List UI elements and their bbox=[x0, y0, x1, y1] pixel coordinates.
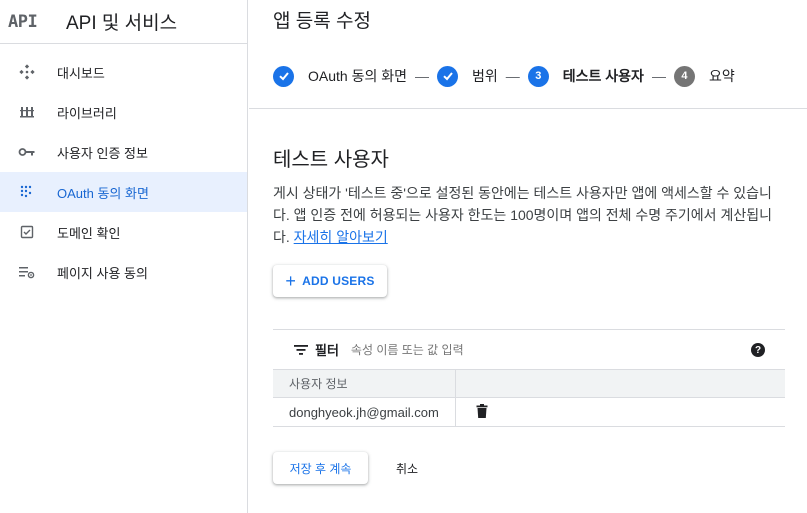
step-number-badge: 4 bbox=[673, 65, 695, 87]
sidebar-item-page-usage-agreement[interactable]: 페이지 사용 동의 bbox=[0, 252, 247, 292]
filter-bar: 필터 ? bbox=[273, 329, 785, 369]
page-title: 앱 등록 수정 bbox=[273, 11, 371, 32]
section-title: 테스트 사용자 bbox=[273, 149, 389, 171]
step-label: 범위 bbox=[472, 68, 498, 84]
help-icon[interactable]: ? bbox=[751, 343, 765, 357]
table-row: donghyeok.jh@gmail.com bbox=[273, 398, 785, 427]
step-label: 요약 bbox=[708, 68, 735, 84]
step-oauth-consent[interactable]: OAuth 동의 화면 bbox=[273, 65, 407, 87]
step-label: OAuth 동의 화면 bbox=[308, 68, 407, 84]
sidebar-item-label: OAuth 동의 화면 bbox=[57, 185, 149, 201]
sidebar-item-label: 라이브러리 bbox=[57, 105, 117, 121]
sidebar-item-library[interactable]: 라이브러리 bbox=[0, 92, 247, 132]
column-header-user-info[interactable]: 사용자 정보 bbox=[273, 370, 456, 397]
plus-icon: + bbox=[285, 271, 297, 291]
sidebar-item-label: 페이지 사용 동의 bbox=[57, 265, 148, 281]
sidebar-title: API 및 서비스 bbox=[66, 13, 178, 34]
library-icon bbox=[17, 104, 37, 120]
section-description: 게시 상태가 '테스트 중'으로 설정된 동안에는 테스트 사용자만 앱에 액세… bbox=[273, 182, 783, 248]
save-and-continue-button[interactable]: 저장 후 계속 bbox=[273, 452, 368, 484]
settings-list-icon bbox=[17, 265, 37, 279]
stepper: OAuth 동의 화면 — 범위 — 3 테스트 사용자 — 4 요약 bbox=[273, 62, 735, 90]
step-separator: — bbox=[505, 68, 520, 84]
key-icon bbox=[17, 147, 37, 157]
sidebar-header: API API 및 서비스 bbox=[0, 0, 247, 44]
oauth-consent-icon bbox=[17, 184, 37, 200]
step-separator: — bbox=[415, 68, 429, 84]
dashboard-icon bbox=[17, 64, 37, 80]
table-header: 사용자 정보 bbox=[273, 369, 785, 398]
filter-icon bbox=[293, 344, 309, 356]
trash-icon bbox=[476, 403, 488, 421]
user-email: donghyeok.jh@gmail.com bbox=[273, 398, 456, 426]
filter-input[interactable] bbox=[350, 342, 651, 357]
learn-more-link[interactable]: 자세히 알아보기 bbox=[294, 229, 388, 245]
sidebar-item-label: 대시보드 bbox=[57, 65, 105, 81]
step-summary[interactable]: 4 요약 bbox=[673, 65, 735, 87]
check-icon bbox=[437, 65, 458, 87]
sidebar-item-oauth-consent[interactable]: OAuth 동의 화면 bbox=[0, 172, 247, 212]
step-number-badge: 3 bbox=[527, 65, 549, 87]
divider bbox=[249, 108, 807, 109]
sidebar-item-dashboard[interactable]: 대시보드 bbox=[0, 52, 247, 92]
step-separator: — bbox=[651, 68, 666, 84]
add-users-label: ADD USERS bbox=[302, 274, 375, 288]
sidebar: API API 및 서비스 대시보드 라이브러리 사용자 인증 정보 OAuth… bbox=[0, 0, 248, 513]
check-icon bbox=[273, 65, 294, 87]
sidebar-item-credentials[interactable]: 사용자 인증 정보 bbox=[0, 132, 247, 172]
step-test-users[interactable]: 3 테스트 사용자 bbox=[527, 65, 644, 87]
filter-label: 필터 bbox=[315, 343, 339, 358]
add-users-button[interactable]: + ADD USERS bbox=[273, 265, 387, 297]
step-label: 테스트 사용자 bbox=[562, 68, 644, 84]
sidebar-item-domain-verification[interactable]: 도메인 확인 bbox=[0, 212, 247, 252]
api-logo: API bbox=[8, 11, 38, 32]
test-users-table: 필터 ? 사용자 정보 donghyeok.jh@gmail.com bbox=[273, 329, 785, 427]
step-scopes[interactable]: 범위 bbox=[437, 65, 498, 87]
sidebar-item-label: 사용자 인증 정보 bbox=[57, 145, 148, 161]
cancel-button[interactable]: 취소 bbox=[381, 452, 433, 484]
sidebar-item-label: 도메인 확인 bbox=[57, 225, 121, 241]
delete-user-button[interactable] bbox=[456, 398, 488, 426]
main-content: 앱 등록 수정 OAuth 동의 화면 — 범위 — 3 테스트 사용자 — 4… bbox=[249, 0, 807, 513]
sidebar-nav: 대시보드 라이브러리 사용자 인증 정보 OAuth 동의 화면 도메인 확인 bbox=[0, 52, 247, 292]
checkbox-icon bbox=[17, 225, 37, 239]
